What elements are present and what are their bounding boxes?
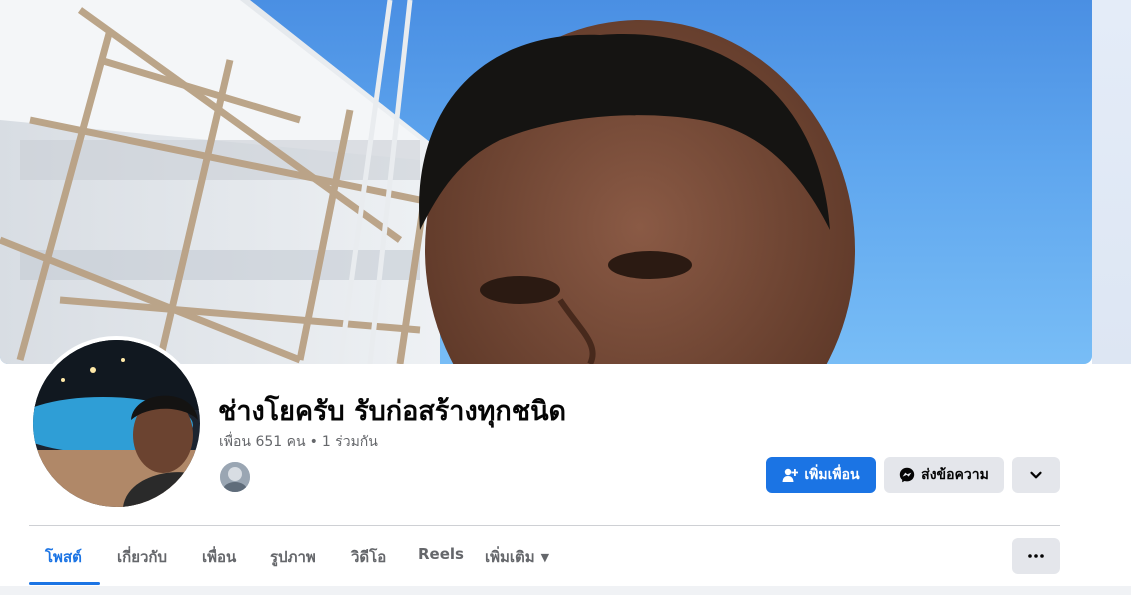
tab-about[interactable]: เกี่ยวกับ (117, 545, 167, 569)
cover-photo[interactable] (0, 0, 1092, 364)
message-button[interactable]: ส่งข้อความ (884, 457, 1004, 493)
profile-avatar-image (33, 340, 200, 507)
person-plus-icon (782, 468, 799, 482)
mutual-friends[interactable]: 1 ร่วมกัน (322, 434, 378, 450)
message-label: ส่งข้อความ (921, 467, 989, 483)
caret-down-icon: ▼ (540, 551, 550, 564)
profile-name: ช่างโยครับ รับก่อสร้างทุกชนิด (218, 396, 567, 427)
more-options-button[interactable] (1012, 457, 1060, 493)
messenger-icon (899, 467, 915, 483)
page-background (0, 586, 1131, 595)
tab-friends[interactable]: เพื่อน (202, 545, 236, 569)
chevron-down-icon (1030, 471, 1042, 479)
divider (29, 525, 1060, 526)
friends-info: เพื่อน 651 คน • 1 ร่วมกัน (219, 431, 378, 453)
add-friend-button[interactable]: เพิ่มเพื่อน (766, 457, 876, 493)
separator-dot: • (309, 434, 318, 450)
tab-posts[interactable]: โพสต์ (45, 545, 82, 569)
ellipsis-icon (1028, 554, 1044, 558)
page-background-strip (1092, 0, 1131, 364)
tab-photos[interactable]: รูปภาพ (270, 545, 316, 569)
profile-page: ช่างโยครับ รับก่อสร้างทุกชนิด เพื่อน 651… (0, 0, 1131, 595)
add-friend-label: เพิ่มเพื่อน (804, 467, 860, 483)
tab-more[interactable]: เพิ่มเติม ▼ (485, 545, 549, 569)
cover-photo-image (0, 0, 855, 364)
mutual-friend-avatar[interactable] (218, 460, 252, 494)
tab-more-label: เพิ่มเติม (485, 548, 535, 566)
tabs-more-button[interactable] (1012, 538, 1060, 574)
active-tab-indicator (29, 582, 100, 585)
profile-avatar[interactable] (29, 336, 204, 511)
friends-count[interactable]: เพื่อน 651 คน (219, 434, 306, 450)
tab-videos[interactable]: วิดีโอ (351, 545, 386, 569)
tab-reels[interactable]: Reels (418, 545, 464, 563)
mutual-friend-avatar-image (220, 462, 250, 492)
